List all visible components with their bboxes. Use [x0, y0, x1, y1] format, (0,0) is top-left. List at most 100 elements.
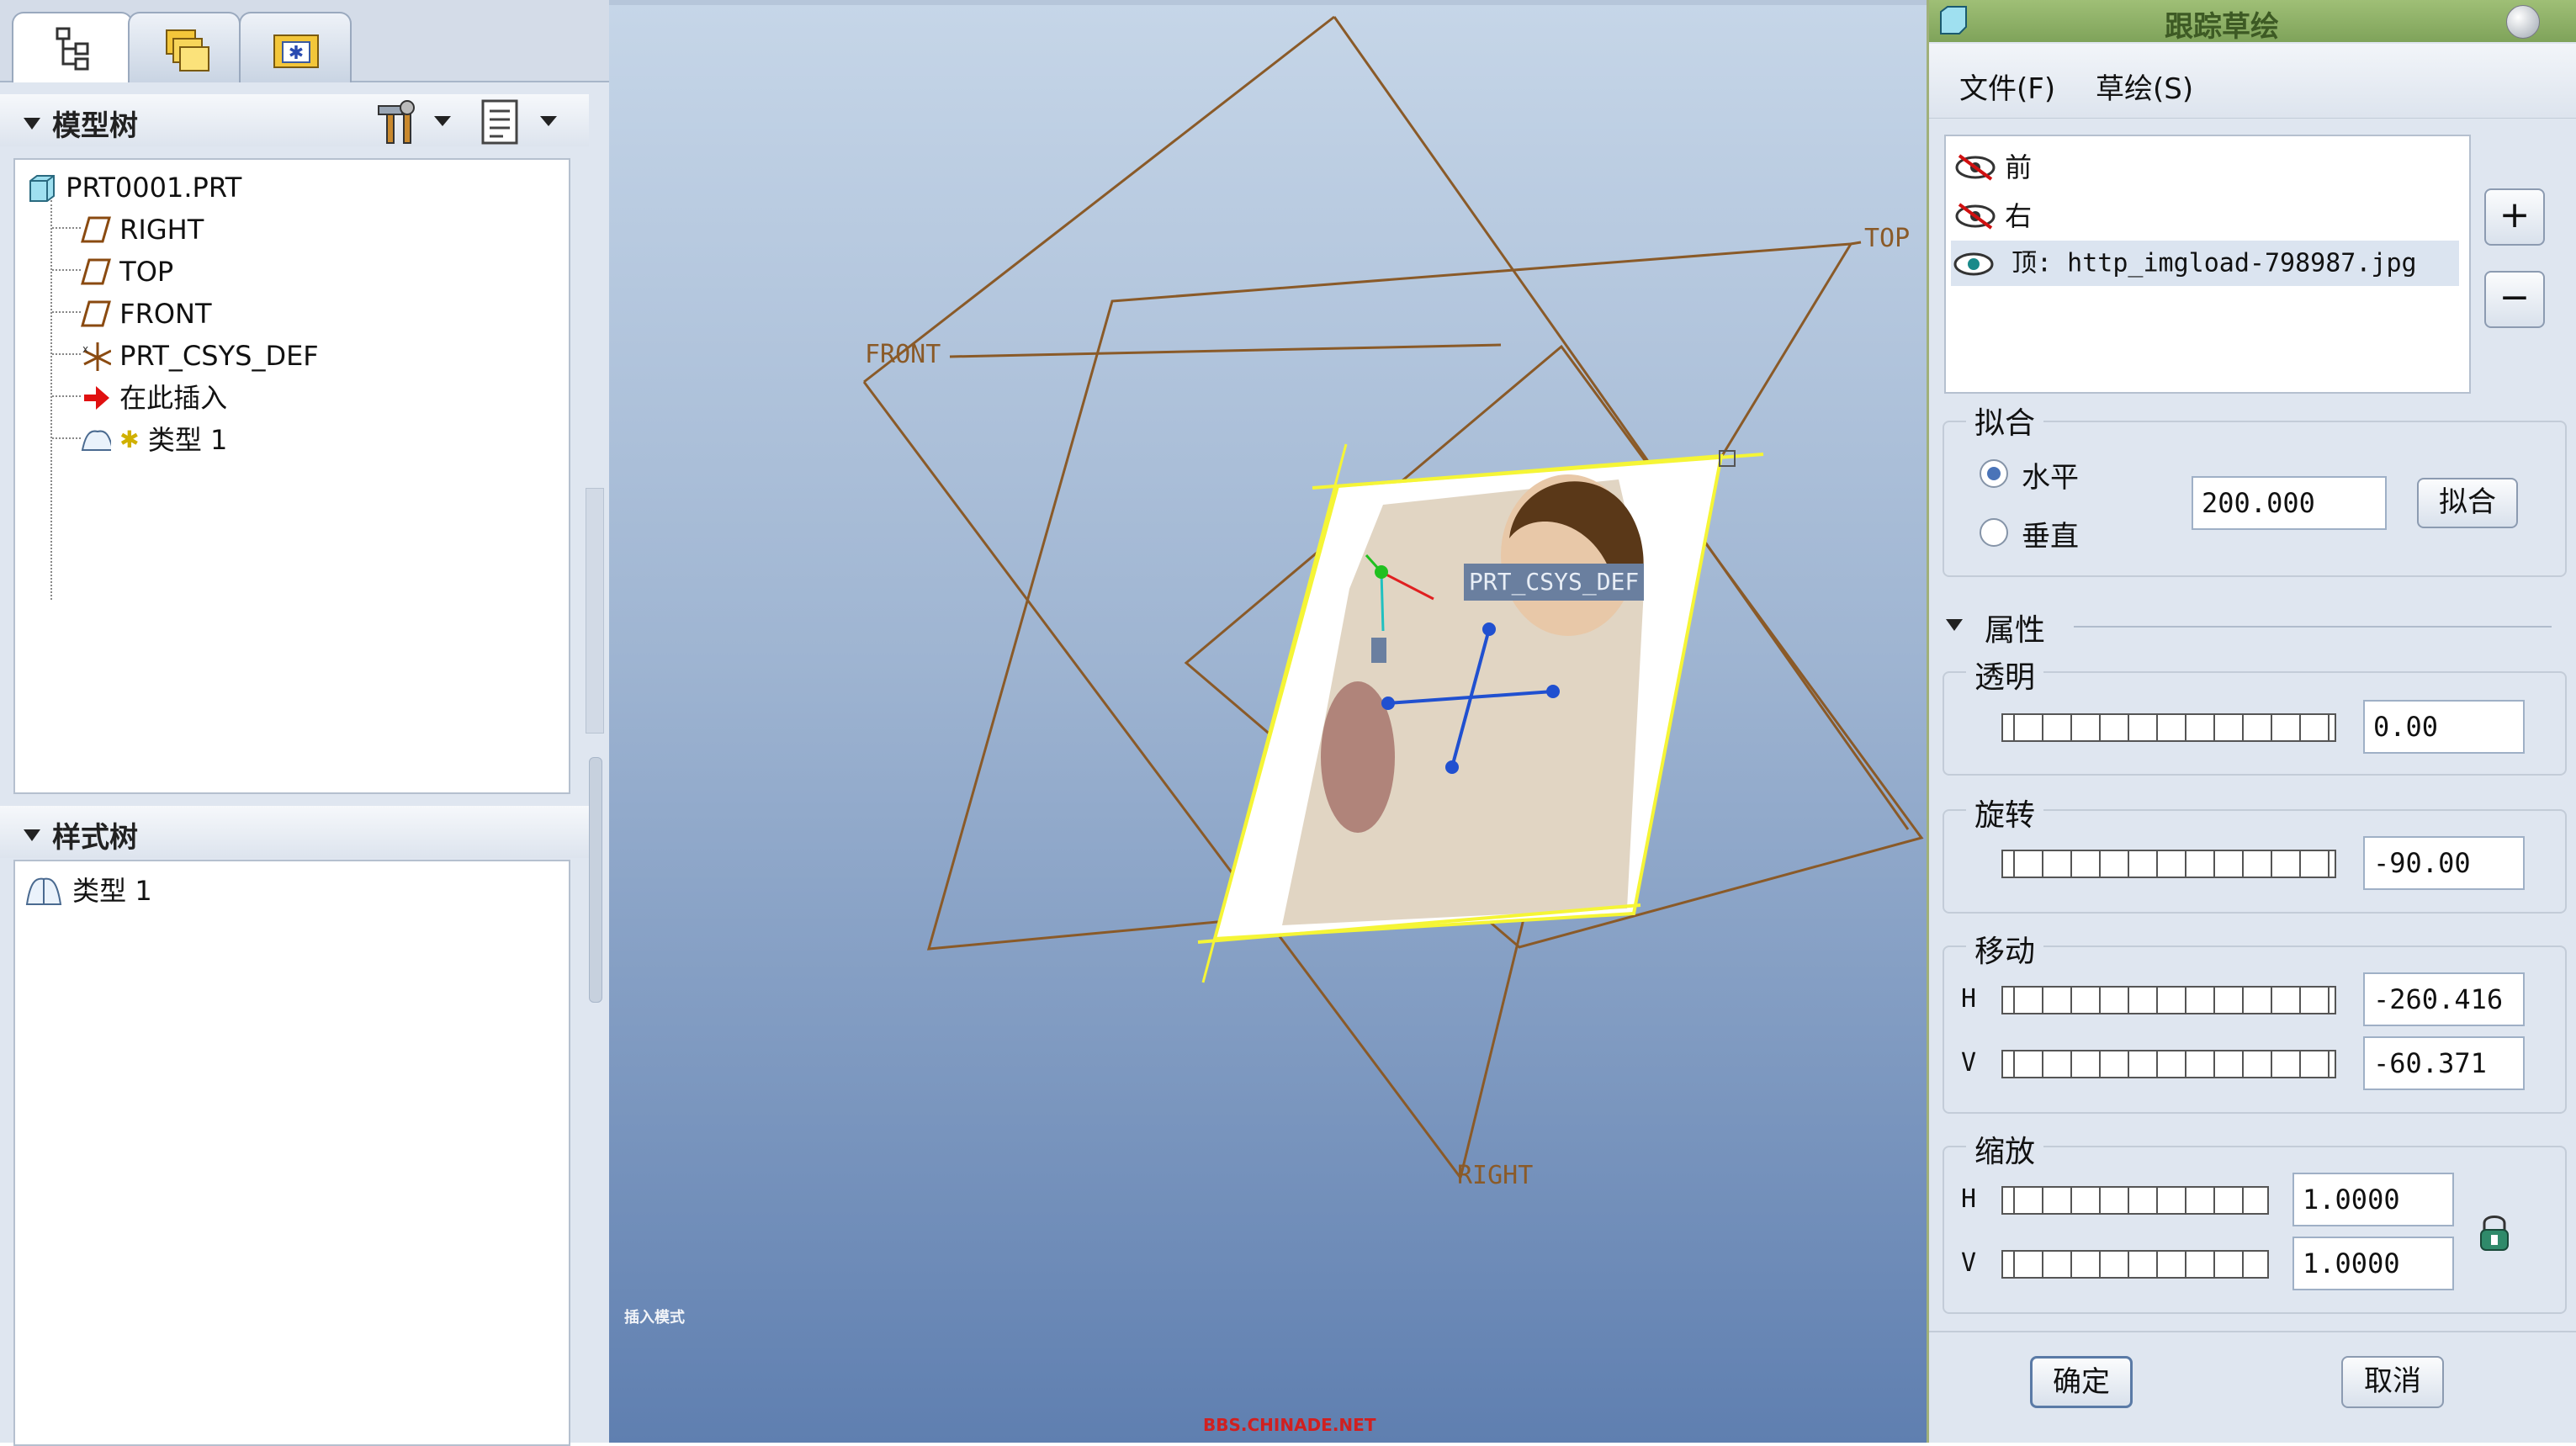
menu-file[interactable]: 文件(F)	[1959, 66, 2055, 107]
eye-hidden-icon[interactable]	[1954, 201, 1996, 231]
move-handle-point	[1445, 760, 1459, 774]
view-item-top[interactable]: 顶: http_imgload-798987.jpg	[1951, 241, 2459, 286]
tab-favorites[interactable]: ✱	[239, 12, 352, 82]
navigator-panel: ✱ 模型树 PRT0001.PRT RIGHT TOP FRONT x PRT_…	[0, 0, 609, 1446]
rotation-label: 旋转	[1966, 791, 2044, 834]
move-h-input[interactable]: -260.416	[2363, 972, 2525, 1026]
properties-collapse-icon[interactable]	[1946, 619, 1963, 631]
collapse-triangle-icon[interactable]	[24, 829, 40, 841]
ok-button[interactable]: 确定	[2030, 1356, 2133, 1408]
tree-item-label: FRONT	[119, 298, 212, 330]
tab-model-tree[interactable]	[12, 12, 133, 82]
view-item-front[interactable]: 前	[1954, 141, 2032, 190]
graphics-viewport[interactable]: PRT_CSYS_DEF FRONT TOP RIGHT 插入模式 BBS.CH…	[609, 0, 1927, 1443]
add-view-button[interactable]: +	[2484, 188, 2545, 246]
move-handle-point	[1546, 685, 1560, 698]
dialog-titlebar: 跟踪草绘	[1929, 0, 2576, 44]
properties-divider	[2074, 626, 2552, 628]
scale-h-slider[interactable]	[2001, 1186, 2269, 1215]
settings-tools-icon[interactable]	[374, 99, 427, 146]
tree-connector	[52, 269, 81, 271]
csys-label: PRT_CSYS_DEF	[1464, 564, 1645, 601]
fit-vertical-label: 垂直	[2022, 520, 2079, 554]
tree-item-label: PRT0001.PRT	[66, 172, 242, 204]
move-v-label: V	[1961, 1048, 1977, 1078]
panel-splitter-bottom[interactable]	[589, 757, 602, 1003]
tree-connector	[52, 311, 81, 313]
show-list-icon[interactable]	[478, 98, 523, 146]
fit-horizontal-radio[interactable]	[1980, 459, 2008, 488]
style-tree-item[interactable]: 类型 1	[24, 868, 152, 910]
new-star-icon: ✱	[119, 426, 140, 453]
style-tree-title: 样式树	[52, 821, 138, 855]
viewport-canvas	[862, 15, 1924, 1179]
fit-button[interactable]: 拟合	[2417, 478, 2518, 528]
navigator-tab-bar: ✱	[0, 0, 609, 82]
folders-icon	[166, 29, 209, 72]
tree-item-top[interactable]: TOP	[81, 249, 173, 291]
scale-v-slider[interactable]	[2001, 1250, 2269, 1279]
csys-icon: x	[82, 342, 111, 371]
tree-item-insert-here[interactable]: 在此插入	[81, 375, 227, 417]
show-dropdown-icon[interactable]	[540, 116, 557, 126]
tab-folder-browser[interactable]	[128, 12, 241, 82]
move-v-slider[interactable]	[2001, 1050, 2336, 1078]
fit-vertical-radio[interactable]	[1980, 518, 2008, 547]
move-h-slider[interactable]	[2001, 986, 2336, 1014]
insert-arrow-icon	[84, 386, 109, 410]
move-v-input[interactable]: -60.371	[2363, 1036, 2525, 1090]
tree-connector	[52, 227, 81, 229]
tree-item-right[interactable]: RIGHT	[81, 207, 204, 249]
model-tree-header: 模型树	[0, 94, 589, 146]
top-label-leader	[1850, 241, 1862, 246]
watermark: BBS.CHINADE.NET	[1203, 1415, 1376, 1435]
tree-item-style[interactable]: ✱ 类型 1	[81, 417, 227, 459]
eye-visible-icon[interactable]	[1951, 249, 1996, 279]
lock-aspect-icon[interactable]	[2476, 1211, 2513, 1253]
menu-sketch[interactable]: 草绘(S)	[2096, 66, 2193, 107]
right-plane-edge	[863, 15, 1335, 384]
datum-plane-icon	[81, 300, 111, 327]
scale-v-label: V	[1961, 1248, 1977, 1278]
view-item-right[interactable]: 右	[1954, 190, 2032, 239]
fit-value-input[interactable]: 200.000	[2192, 476, 2387, 530]
cancel-button[interactable]: 取消	[2341, 1356, 2444, 1408]
scale-label: 缩放	[1966, 1127, 2044, 1171]
move-handle-point	[1381, 697, 1395, 710]
scale-group	[1943, 1146, 2567, 1314]
transparency-label: 透明	[1966, 653, 2044, 697]
part-icon	[29, 175, 55, 202]
tree-icon	[56, 27, 89, 71]
model-tree-title: 模型树	[52, 109, 138, 143]
rotation-slider[interactable]	[2001, 850, 2336, 878]
close-icon[interactable]	[2506, 5, 2540, 39]
transparency-input[interactable]: 0.00	[2363, 700, 2525, 754]
right-plane-label: RIGHT	[1457, 1161, 1534, 1190]
tree-item-label: RIGHT	[119, 214, 204, 246]
eye-hidden-icon[interactable]	[1954, 152, 1996, 183]
svg-text:✱: ✱	[289, 43, 304, 64]
traced-image-group	[1197, 443, 1764, 983]
tree-item-csys[interactable]: x PRT_CSYS_DEF	[81, 333, 319, 375]
datum-plane-icon	[81, 216, 111, 243]
corner-note: 插入模式	[624, 1309, 685, 1327]
transparency-slider[interactable]	[2001, 713, 2336, 742]
scale-v-input[interactable]: 1.0000	[2292, 1237, 2454, 1290]
settings-dropdown-icon[interactable]	[434, 116, 451, 126]
scale-h-input[interactable]: 1.0000	[2292, 1173, 2454, 1226]
collapse-triangle-icon[interactable]	[24, 118, 40, 130]
front-label-leader	[949, 343, 1502, 358]
dialog-app-icon	[1940, 6, 1967, 34]
tree-item-label: 在此插入	[119, 382, 228, 414]
style-icon	[81, 430, 111, 451]
dialog-footer-divider	[1929, 1331, 2576, 1332]
fit-group-label: 拟合	[1966, 399, 2044, 442]
tree-item-label: TOP	[119, 256, 174, 288]
tree-item-label: PRT_CSYS_DEF	[119, 340, 319, 372]
panel-splitter-top[interactable]	[586, 488, 604, 734]
tree-connector	[50, 200, 52, 600]
rotation-input[interactable]: -90.00	[2363, 836, 2525, 890]
remove-view-button[interactable]: −	[2484, 271, 2545, 328]
tree-item-front[interactable]: FRONT	[81, 291, 211, 333]
tree-item-part[interactable]: PRT0001.PRT	[27, 165, 241, 207]
